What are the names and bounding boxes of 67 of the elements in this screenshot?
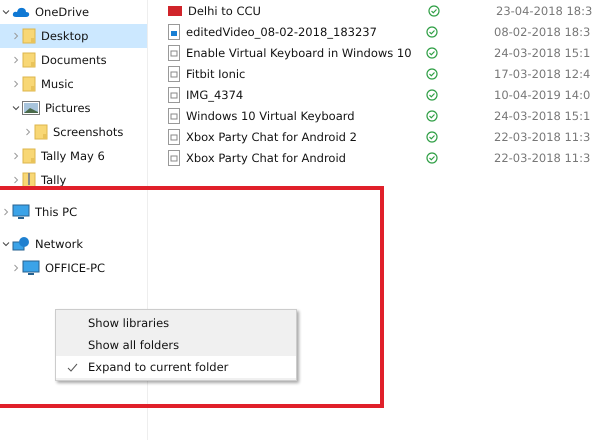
folder-icon	[22, 76, 36, 92]
chevron-right-icon[interactable]	[12, 56, 20, 64]
file-name[interactable]: editedVideo_08-02-2018_183237	[186, 24, 426, 38]
document-icon	[168, 108, 180, 124]
sync-check-icon	[426, 26, 438, 38]
sync-check-icon	[426, 88, 438, 100]
sync-check-icon	[426, 130, 438, 142]
network-icon	[12, 236, 30, 252]
file-name[interactable]: Enable Virtual Keyboard in Windows 10	[186, 46, 426, 60]
file-name[interactable]: IMG_4374	[186, 88, 426, 102]
zipped-folder-icon	[22, 172, 36, 188]
cloud-icon	[12, 6, 30, 18]
menu-item[interactable]: Show all folders	[56, 334, 296, 356]
monitor-icon	[22, 260, 40, 276]
tree-item[interactable]: OneDrive	[0, 0, 147, 24]
chevron-right-icon[interactable]	[12, 152, 20, 160]
sync-check-icon	[426, 68, 438, 80]
chevron-right-icon[interactable]	[2, 208, 10, 216]
document-icon	[168, 86, 180, 102]
folder-icon	[22, 52, 36, 68]
tree-item[interactable]: Tally May 6	[0, 144, 147, 168]
tree-item[interactable]: Music	[0, 72, 147, 96]
chevron-right-icon[interactable]	[12, 32, 20, 40]
tree-item[interactable]: Desktop	[0, 24, 147, 48]
file-name[interactable]: Fitbit Ionic	[186, 66, 426, 80]
file-name[interactable]: Xbox Party Chat for Android 2	[186, 130, 426, 144]
tree-item[interactable]: This PC	[0, 200, 147, 224]
chevron-right-icon[interactable]	[12, 80, 20, 88]
date-modified: 22-03-2018 11:3	[494, 130, 590, 144]
pictures-icon	[22, 101, 40, 115]
file-name[interactable]: Delhi to CCU	[188, 4, 428, 18]
date-modified: 23-04-2018 18:3	[496, 4, 592, 18]
date-modified: 17-03-2018 12:4	[494, 66, 590, 80]
date-modified: 24-03-2018 15:1	[494, 46, 590, 60]
date-modified: 10-04-2019 14:0	[494, 88, 590, 102]
chevron-right-icon[interactable]	[24, 128, 32, 136]
file-name[interactable]: Xbox Party Chat for Android	[186, 150, 426, 164]
chevron-down-icon[interactable]	[12, 104, 20, 112]
tree-item[interactable]: Pictures	[0, 96, 147, 120]
sync-check-icon	[428, 4, 440, 16]
date-modified: 24-03-2018 15:1	[494, 108, 590, 122]
sync-check-icon	[426, 110, 438, 122]
file-name[interactable]: Windows 10 Virtual Keyboard	[186, 108, 426, 122]
chevron-down-icon[interactable]	[2, 240, 10, 248]
date-modified: 08-02-2018 18:3	[494, 24, 590, 38]
document-icon	[168, 128, 180, 144]
chevron-right-icon[interactable]	[12, 264, 20, 272]
video-file-icon	[168, 24, 180, 40]
tree-item[interactable]: Network	[0, 232, 147, 256]
tree-item[interactable]: Screenshots	[0, 120, 147, 144]
document-icon	[168, 66, 180, 82]
tree-item[interactable]: OFFICE-PC	[0, 256, 147, 280]
folder-icon	[22, 148, 36, 164]
sync-check-icon	[426, 152, 438, 164]
tree-item[interactable]: Tally	[0, 168, 147, 192]
document-icon	[168, 150, 180, 166]
chevron-right-icon[interactable]	[12, 176, 20, 184]
date-modified: 22-03-2018 11:3	[494, 150, 590, 164]
menu-item[interactable]: Expand to current folder	[56, 356, 296, 378]
sync-check-icon	[426, 46, 438, 58]
folder-icon	[34, 124, 48, 140]
menu-item[interactable]: Show libraries	[56, 312, 296, 334]
monitor-icon	[12, 204, 30, 220]
tree-item[interactable]: Documents	[0, 48, 147, 72]
document-icon	[168, 44, 180, 60]
chevron-down-icon[interactable]	[2, 8, 10, 16]
folder-icon	[22, 28, 36, 44]
